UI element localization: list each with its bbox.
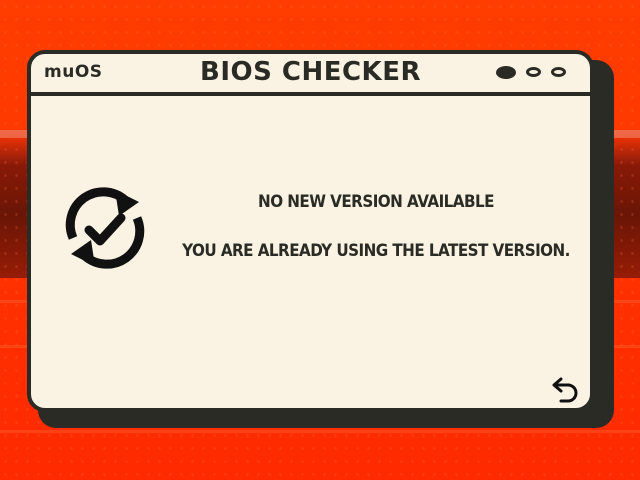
status-message-detail: YOU ARE ALREADY USING THE LATEST VERSION… (182, 241, 570, 260)
minimize-button[interactable] (496, 66, 516, 79)
sync-check-icon (65, 187, 145, 269)
close-button[interactable] (551, 67, 566, 77)
dialog-window: muOS BIOS CHECKER NO NEW VERSION AVAILAB… (27, 50, 594, 412)
maximize-button[interactable] (526, 67, 541, 77)
title-bar: muOS BIOS CHECKER (31, 54, 590, 96)
back-arrow-icon[interactable] (549, 377, 579, 403)
status-message-title: NO NEW VERSION AVAILABLE (258, 192, 494, 211)
window-controls (496, 66, 566, 79)
